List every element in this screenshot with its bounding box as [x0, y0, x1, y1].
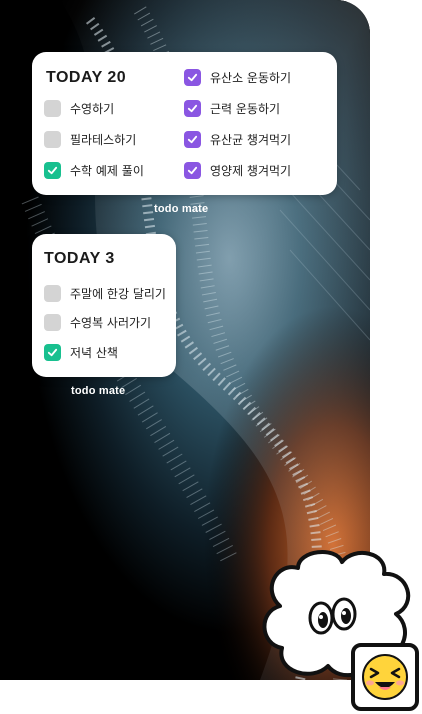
- widget-title: TODAY 3: [44, 250, 115, 267]
- checkbox-unchecked-icon[interactable]: [44, 285, 61, 302]
- todo-label: 저녁 산책: [70, 346, 118, 360]
- checkbox-checked-icon[interactable]: [184, 100, 201, 117]
- todo-item[interactable]: 저녁 산책: [44, 344, 118, 361]
- todo-item[interactable]: 근력 운동하기: [184, 100, 280, 117]
- checkbox-unchecked-icon[interactable]: [44, 314, 61, 331]
- checkbox-checked-icon[interactable]: [44, 162, 61, 179]
- todo-label: 수영하기: [70, 102, 115, 116]
- checkbox-unchecked-icon[interactable]: [44, 100, 61, 117]
- todo-label: 유산균 챙겨먹기: [210, 133, 292, 147]
- todo-item[interactable]: 수영하기: [44, 100, 114, 117]
- todo-label: 영양제 챙겨먹기: [210, 164, 292, 178]
- todo-label: 수학 예제 풀이: [70, 164, 144, 178]
- todo-item[interactable]: 유산균 챙겨먹기: [184, 131, 291, 148]
- checkbox-checked-icon[interactable]: [44, 344, 61, 361]
- checkbox-checked-icon[interactable]: [184, 162, 201, 179]
- todo-widget-large[interactable]: TODAY 20 수영하기 필라테스하기 수학 예제 풀이 유산소 운동하기 근: [32, 52, 337, 195]
- todo-item[interactable]: 유산소 운동하기: [184, 69, 291, 86]
- todo-widget-small[interactable]: TODAY 3 주말에 한강 달리기 수영복 사러가기 저녁 산책: [32, 234, 176, 377]
- widget-brand-label: todo mate: [71, 385, 126, 397]
- todo-item[interactable]: 수영복 사러가기: [44, 314, 151, 331]
- todo-item[interactable]: 영양제 챙겨먹기: [184, 162, 291, 179]
- checkbox-unchecked-icon[interactable]: [44, 131, 61, 148]
- widget-brand-label: todo mate: [154, 203, 209, 215]
- checkbox-checked-icon[interactable]: [184, 69, 201, 86]
- todo-label: 필라테스하기: [70, 133, 137, 147]
- todo-label: 근력 운동하기: [210, 102, 281, 116]
- checkbox-checked-icon[interactable]: [184, 131, 201, 148]
- todo-label: 주말에 한강 달리기: [70, 287, 166, 301]
- todo-item[interactable]: 필라테스하기: [44, 131, 136, 148]
- cloud-mascot-icon: [262, 549, 419, 711]
- todo-label: 유산소 운동하기: [210, 71, 292, 85]
- todo-label: 수영복 사러가기: [70, 316, 152, 330]
- todo-item[interactable]: 수학 예제 풀이: [44, 162, 144, 179]
- laughing-emoji-icon: [351, 643, 419, 711]
- widget-title: TODAY 20: [46, 69, 127, 86]
- todo-item[interactable]: 주말에 한강 달리기: [44, 285, 166, 302]
